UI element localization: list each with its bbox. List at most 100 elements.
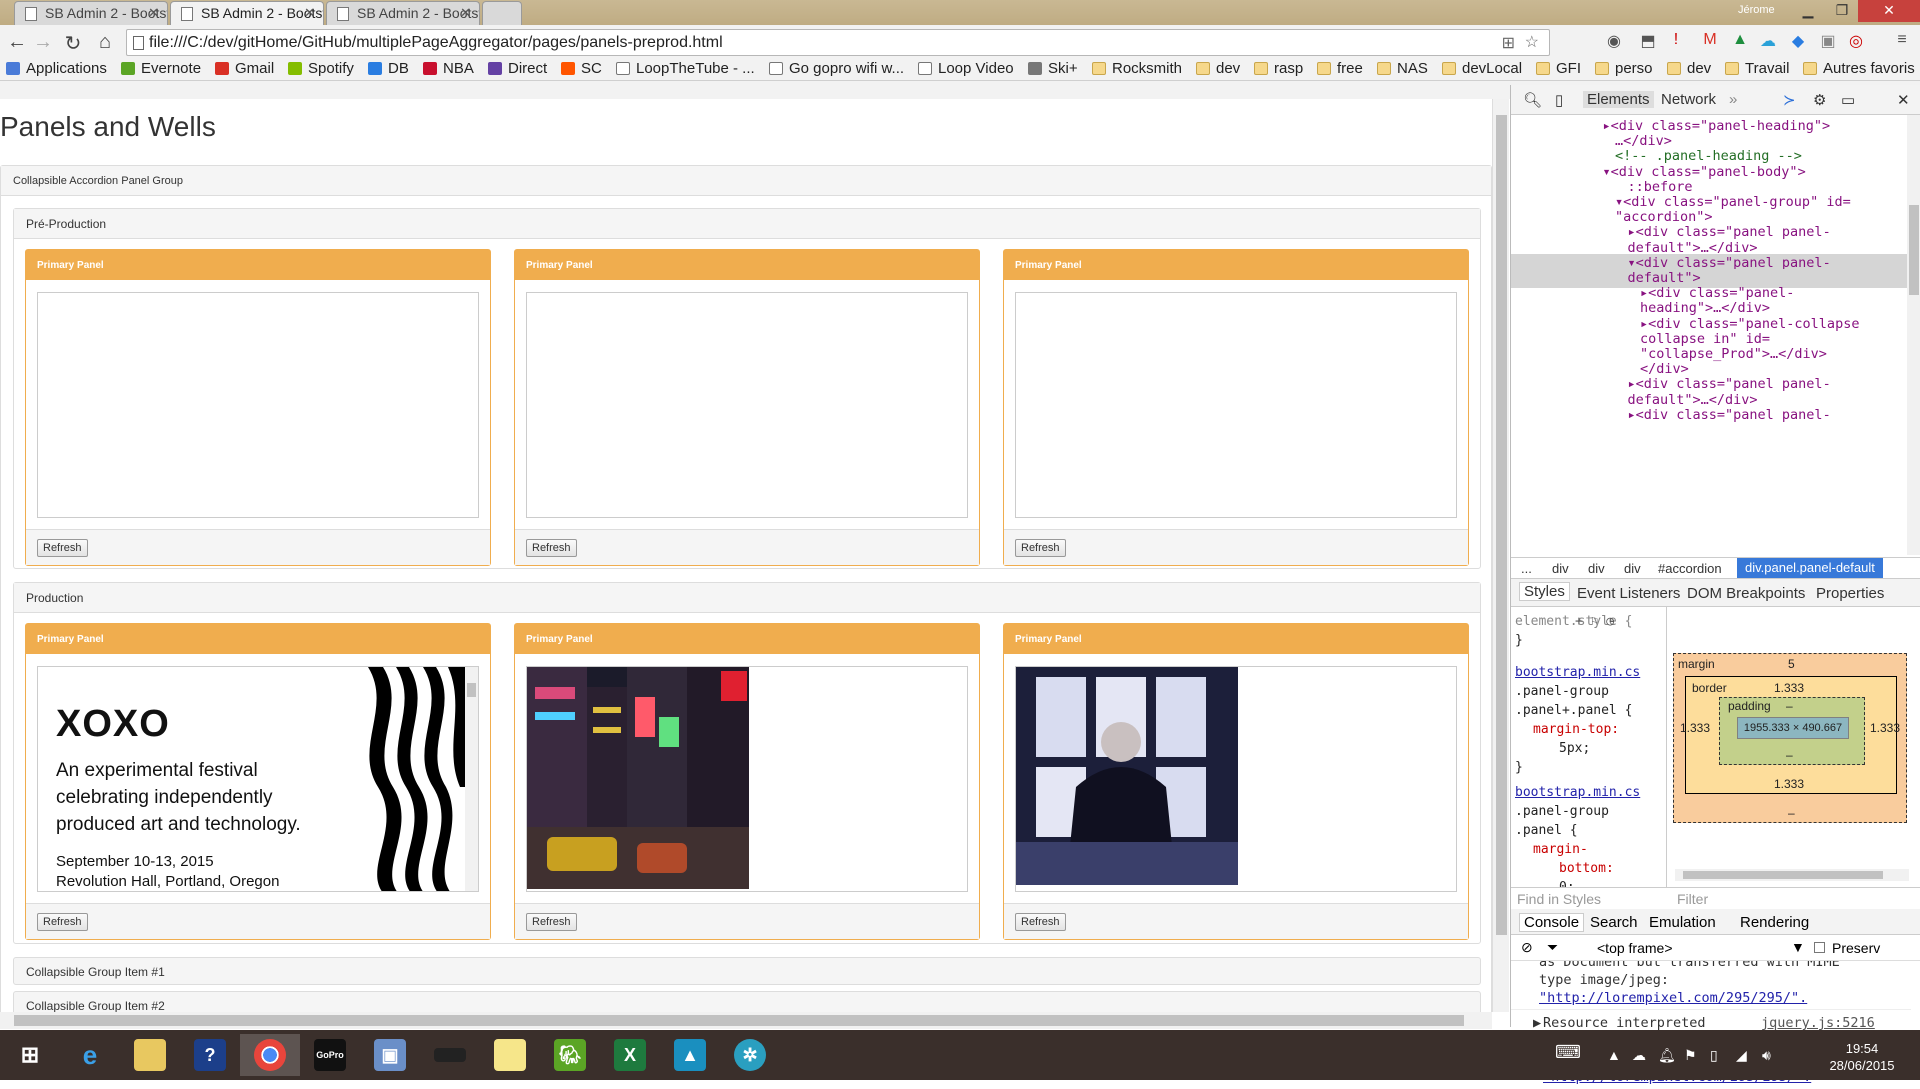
address-bar[interactable]: file:///C:/dev/gitHome/GitHub/multiplePa… xyxy=(126,29,1550,56)
settings-icon[interactable]: ⚙ xyxy=(1813,91,1826,109)
extension-icon[interactable]: ▣ xyxy=(1816,31,1840,51)
taskbar-app[interactable]: ▲ xyxy=(660,1034,720,1076)
cloud-icon[interactable]: ☁ xyxy=(1756,31,1780,51)
dom-tree[interactable]: ▸<div class="panel-heading"> …</div> <!-- … xyxy=(1511,115,1907,555)
volume-icon[interactable]: 🔊︎ xyxy=(1762,1047,1771,1064)
dom-scrollbar[interactable] xyxy=(1907,115,1920,555)
tab-rendering[interactable]: Rendering xyxy=(1740,914,1809,931)
tab-network[interactable]: Network xyxy=(1661,91,1716,108)
start-button[interactable]: ⊞ xyxy=(0,1034,60,1076)
frame-select[interactable]: <top frame> xyxy=(1597,940,1673,956)
taskbar-app[interactable]: ▣ xyxy=(360,1034,420,1076)
taskbar-app[interactable]: ? xyxy=(180,1034,240,1076)
browser-tab[interactable]: SB Admin 2 - Bootstr ✕ xyxy=(326,1,480,25)
collapsible-item[interactable]: Collapsible Group Item #1 xyxy=(13,957,1481,985)
extension-icon[interactable]: ◉ xyxy=(1602,31,1626,51)
taskbar-app[interactable]: X xyxy=(600,1034,660,1076)
bookmark-item[interactable]: Applications xyxy=(6,59,107,79)
xoxo-iframe[interactable]: XOXO An experimental festival celebratin… xyxy=(37,666,479,892)
home-icon[interactable]: ⌂ xyxy=(92,31,118,54)
taskbar-app[interactable] xyxy=(480,1034,540,1076)
breadcrumb-item-selected[interactable]: div.panel.panel-default xyxy=(1737,558,1883,578)
tab-elements[interactable]: Elements xyxy=(1583,91,1654,108)
refresh-button[interactable]: Refresh xyxy=(1015,913,1066,931)
console-url-link[interactable]: "http://lorempixel.com/295/295/". xyxy=(1539,989,1807,1007)
refresh-button[interactable]: Refresh xyxy=(37,539,88,557)
close-tab-icon[interactable]: ✕ xyxy=(460,5,471,21)
more-tabs-icon[interactable]: » xyxy=(1729,91,1737,108)
device-mode-icon[interactable]: ▯ xyxy=(1555,91,1563,109)
notification-icon[interactable]: 🔔︎ xyxy=(1658,1047,1676,1064)
bookmark-item[interactable]: dev xyxy=(1667,59,1711,79)
bookmark-item[interactable]: Travail xyxy=(1725,59,1789,79)
flag-icon[interactable]: ⚑ xyxy=(1684,1047,1697,1064)
taskbar-app[interactable]: GoPro xyxy=(300,1034,360,1076)
console-drawer-icon[interactable]: ≻ xyxy=(1783,91,1796,109)
bookmark-item[interactable]: dev xyxy=(1196,59,1240,79)
styles-pane[interactable]: element.style { + ⚐ ◷ } bootstrap.min.cs… xyxy=(1511,607,1667,887)
close-devtools-icon[interactable]: ✕ xyxy=(1897,91,1910,109)
dropbox-icon[interactable]: ◆ xyxy=(1786,31,1810,51)
bookmark-item[interactable]: Go gopro wifi w... xyxy=(769,59,904,79)
tab-emulation[interactable]: Emulation xyxy=(1649,914,1716,931)
back-icon[interactable]: ← xyxy=(4,31,30,54)
bookmark-item[interactable]: NAS xyxy=(1377,59,1428,79)
taskbar-app[interactable]: 🐘︎ xyxy=(540,1034,600,1076)
extension-icon[interactable]: ⬒ xyxy=(1636,31,1660,51)
new-tab-button[interactable] xyxy=(482,1,522,25)
extension-icon[interactable]: ! xyxy=(1664,31,1688,49)
taskbar-app[interactable] xyxy=(420,1034,480,1076)
sync-icon[interactable]: ☁ xyxy=(1632,1047,1646,1064)
drive-icon[interactable]: ▲ xyxy=(1728,31,1752,49)
bookmark-star-icon[interactable]: ☆ xyxy=(1525,32,1539,52)
tab-dom-breakpoints[interactable]: DOM Breakpoints xyxy=(1687,585,1805,602)
stylesheet-link[interactable]: bootstrap.min.cs xyxy=(1515,663,1640,682)
tab-properties[interactable]: Properties xyxy=(1816,585,1884,602)
close-window-button[interactable]: ✕ xyxy=(1858,0,1920,22)
forward-icon[interactable]: → xyxy=(30,31,56,54)
new-style-rule-icon[interactable]: + ⚐ ◷ xyxy=(1575,612,1614,631)
bookmark-item[interactable]: Direct xyxy=(488,59,547,79)
tab-console[interactable]: Console xyxy=(1519,913,1585,932)
stylesheet-link[interactable]: bootstrap.min.cs xyxy=(1515,783,1640,802)
inspect-icon[interactable]: 🔍︎ xyxy=(1523,91,1542,109)
show-hidden-icons[interactable]: ▲ xyxy=(1607,1047,1621,1063)
filter-input[interactable]: Filter xyxy=(1677,891,1708,907)
dom-node-line[interactable]: ▸<div class="panel panel- xyxy=(1628,406,1831,425)
taskbar-app[interactable]: ✲ xyxy=(720,1034,780,1076)
browser-tab-active[interactable]: SB Admin 2 - Bootstr ✕ xyxy=(170,1,324,25)
taskbar-app[interactable] xyxy=(120,1034,180,1076)
find-in-styles-input[interactable]: Find in Styles xyxy=(1517,891,1601,907)
menu-icon[interactable]: ≡ xyxy=(1890,31,1914,49)
browser-tab[interactable]: SB Admin 2 - Bootstr ✕ xyxy=(14,1,168,25)
refresh-button[interactable]: Refresh xyxy=(1015,539,1066,557)
bookmark-item[interactable]: free xyxy=(1317,59,1363,79)
breadcrumb-item[interactable]: ... xyxy=(1521,561,1532,576)
breadcrumb-item[interactable]: div xyxy=(1588,561,1605,576)
page-vertical-scrollbar[interactable] xyxy=(1492,99,1509,1012)
system-clock[interactable]: 19:54 28/06/2015 xyxy=(1812,1040,1912,1074)
bookmark-item[interactable]: NBA xyxy=(423,59,474,79)
maximize-button[interactable]: ❐ xyxy=(1822,0,1862,22)
refresh-button[interactable]: Refresh xyxy=(526,913,577,931)
bookmark-item[interactable]: devLocal xyxy=(1442,59,1522,79)
bookmark-item[interactable]: Autres favoris xyxy=(1803,59,1915,79)
taskbar-app[interactable] xyxy=(240,1034,300,1076)
bookmark-item[interactable]: Gmail xyxy=(215,59,274,79)
dock-icon[interactable]: ▭ xyxy=(1841,91,1855,109)
gmail-icon[interactable]: M xyxy=(1698,31,1722,49)
box-model-scrollbar[interactable] xyxy=(1675,869,1909,881)
profile-name[interactable]: Jérome xyxy=(1738,4,1775,16)
reload-icon[interactable]: ↻ xyxy=(60,31,86,56)
taskbar-app[interactable]: e xyxy=(60,1034,120,1076)
preserve-log-checkbox[interactable] xyxy=(1814,942,1825,953)
tab-styles[interactable]: Styles xyxy=(1519,582,1570,601)
collapsible-item[interactable]: Collapsible Group Item #2 xyxy=(13,991,1481,1012)
filter-icon[interactable]: ⏷ xyxy=(1547,939,1558,956)
bookmark-item[interactable]: GFI xyxy=(1536,59,1581,79)
bookmark-item[interactable]: rasp xyxy=(1254,59,1303,79)
refresh-button[interactable]: Refresh xyxy=(526,539,577,557)
iframe-scrollbar[interactable] xyxy=(465,667,478,891)
wifi-icon[interactable]: ◢ xyxy=(1736,1047,1747,1064)
chevron-down-icon[interactable]: ▼ xyxy=(1791,939,1805,955)
